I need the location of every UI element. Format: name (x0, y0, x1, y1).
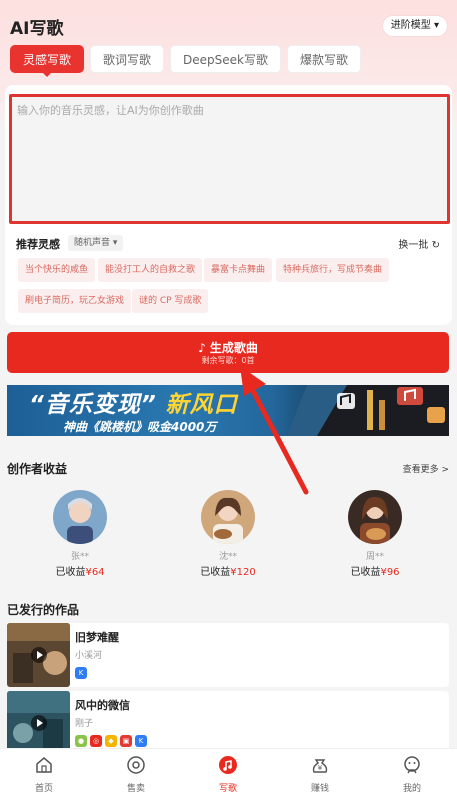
work-title: 风中的微信 (75, 699, 130, 712)
svg-text:¥: ¥ (318, 764, 323, 772)
netease-icon: ◎ (90, 735, 102, 747)
refresh-label: 换一批 (398, 240, 429, 251)
inspiration-chip[interactable]: 谜的 CP 写成歌 (132, 289, 209, 313)
tab-lyrics[interactable]: 歌词写歌 (90, 45, 165, 73)
tabbar-item-home[interactable]: 首页 (9, 755, 79, 794)
creator-name: 周** (365, 552, 384, 562)
generate-label: ♪ 生成歌曲 (7, 339, 449, 356)
works-title: 已发行的作品 (7, 603, 80, 617)
platform-icons: K (75, 667, 87, 679)
earned-amount: ¥120 (230, 567, 256, 578)
creator-card[interactable]: 周** 已收益¥96 (320, 490, 430, 578)
creator-name: 张** (70, 552, 89, 562)
creator-earnings: 已收益¥96 (320, 563, 430, 578)
creator-earnings: 已收益¥120 (173, 563, 283, 578)
avatar-image (53, 490, 107, 544)
voice-select[interactable]: 随机声音 ▾ (68, 235, 124, 251)
see-more-link[interactable]: 查看更多 > (403, 462, 449, 475)
avatar (348, 490, 402, 544)
tab-inspiration[interactable]: 灵感写歌 (10, 45, 85, 77)
remaining-count: 剩余写歌：0首 (201, 356, 255, 365)
play-icon[interactable] (31, 647, 47, 663)
work-author: 小溪河 (75, 651, 103, 661)
page-title: AI写歌 (10, 19, 64, 39)
avatar (201, 490, 255, 544)
home-icon (34, 755, 54, 775)
tabbar-label: 我的 (402, 784, 421, 794)
earned-label: 已收益 (55, 567, 86, 578)
work-author: 刚子 (75, 719, 94, 729)
tabbar-item-earn[interactable]: ¥ 赚钱 (285, 755, 355, 794)
play-icon[interactable] (31, 715, 47, 731)
work-title: 旧梦难醒 (75, 631, 119, 644)
creator-card[interactable]: 沈** 已收益¥120 (173, 490, 283, 578)
header: AI写歌 进阶模型 ▾ (0, 0, 457, 44)
inspiration-chip[interactable]: 特种兵旅行，写成节奏曲 (276, 258, 390, 282)
mode-tabs: 灵感写歌 歌词写歌 DeepSeek写歌 爆款写歌 (10, 45, 362, 77)
refresh-icon: ↻ (431, 240, 440, 251)
inspiration-title: 推荐灵感 (16, 238, 60, 251)
work-item[interactable]: 旧梦难醒 小溪河 K (7, 623, 449, 687)
creator-name: 沈** (218, 552, 237, 562)
avatar (53, 490, 107, 544)
creator-earnings: 已收益¥64 (25, 563, 135, 578)
model-select-button[interactable]: 进阶模型 ▾ (382, 16, 447, 36)
refresh-button[interactable]: 换一批 ↻ (398, 236, 440, 251)
tabbar-label: 售卖 (126, 784, 145, 794)
earned-label: 已收益 (350, 567, 381, 578)
earnings-title: 创作者收益 (7, 462, 68, 476)
inspiration-chip[interactable]: 刷电子简历，玩乙女游戏 (18, 289, 132, 313)
work-item[interactable]: 风中的微信 刚子 ● ◎ ◆ ▣ K (7, 691, 449, 755)
platform-icon: ● (75, 735, 87, 747)
music-note-icon: ♪ (198, 341, 206, 355)
earned-label: 已收益 (200, 567, 231, 578)
banner-headline-b: 新风口 (165, 392, 238, 418)
write-song-icon (218, 755, 238, 775)
earned-amount: ¥96 (380, 567, 400, 578)
tabbar-item-write[interactable]: 写歌 (193, 755, 263, 794)
avatar-image (201, 490, 255, 544)
inspiration-chip[interactable]: 能没打工人的自救之歌 (98, 258, 203, 282)
disc-icon (126, 755, 146, 775)
tabbar-label: 首页 (34, 784, 53, 794)
banner-headline: “音乐变现” 新风口 (29, 385, 238, 419)
tabbar-label: 赚钱 (310, 784, 329, 794)
profile-icon (402, 755, 422, 775)
money-bag-icon: ¥ (310, 755, 330, 775)
tabbar-item-sell[interactable]: 售卖 (101, 755, 171, 794)
tabbar-label: 写歌 (218, 784, 237, 794)
banner-headline-a: “音乐变现” (29, 392, 157, 418)
platform-icon: ◆ (105, 735, 117, 747)
work-cover (7, 623, 70, 687)
generate-song-button[interactable]: ♪ 生成歌曲 剩余写歌：0首 (7, 332, 449, 373)
generate-text: 生成歌曲 (209, 341, 258, 355)
platform-icons: ● ◎ ◆ ▣ K (75, 735, 147, 747)
kugou-icon: K (75, 667, 87, 679)
promo-banner[interactable]: “音乐变现” 新风口 神曲《跳楼机》吸金4000万 (7, 385, 449, 436)
prompt-input[interactable] (12, 97, 447, 221)
inspiration-chip[interactable]: 当个快乐的咸鱼 (18, 258, 96, 282)
earned-amount: ¥64 (85, 567, 105, 578)
work-cover (7, 691, 70, 755)
platform-icon: ▣ (120, 735, 132, 747)
inspiration-chip[interactable]: 暴富卡点舞曲 (204, 258, 273, 282)
inspiration-header: 推荐灵感 随机声音 ▾ 换一批 ↻ (16, 235, 444, 252)
creator-card[interactable]: 张** 已收益¥64 (25, 490, 135, 578)
prompt-input-box (9, 94, 450, 224)
tabbar-item-profile[interactable]: 我的 (377, 755, 447, 794)
tab-viral[interactable]: 爆款写歌 (287, 45, 362, 73)
tab-deepseek[interactable]: DeepSeek写歌 (170, 45, 281, 73)
banner-subline: 神曲《跳楼机》吸金4000万 (63, 420, 217, 434)
avatar-image (348, 490, 402, 544)
kugou-icon: K (135, 735, 147, 747)
bottom-tabbar: 首页 售卖 写歌 ¥ 赚钱 我的 (0, 748, 457, 798)
